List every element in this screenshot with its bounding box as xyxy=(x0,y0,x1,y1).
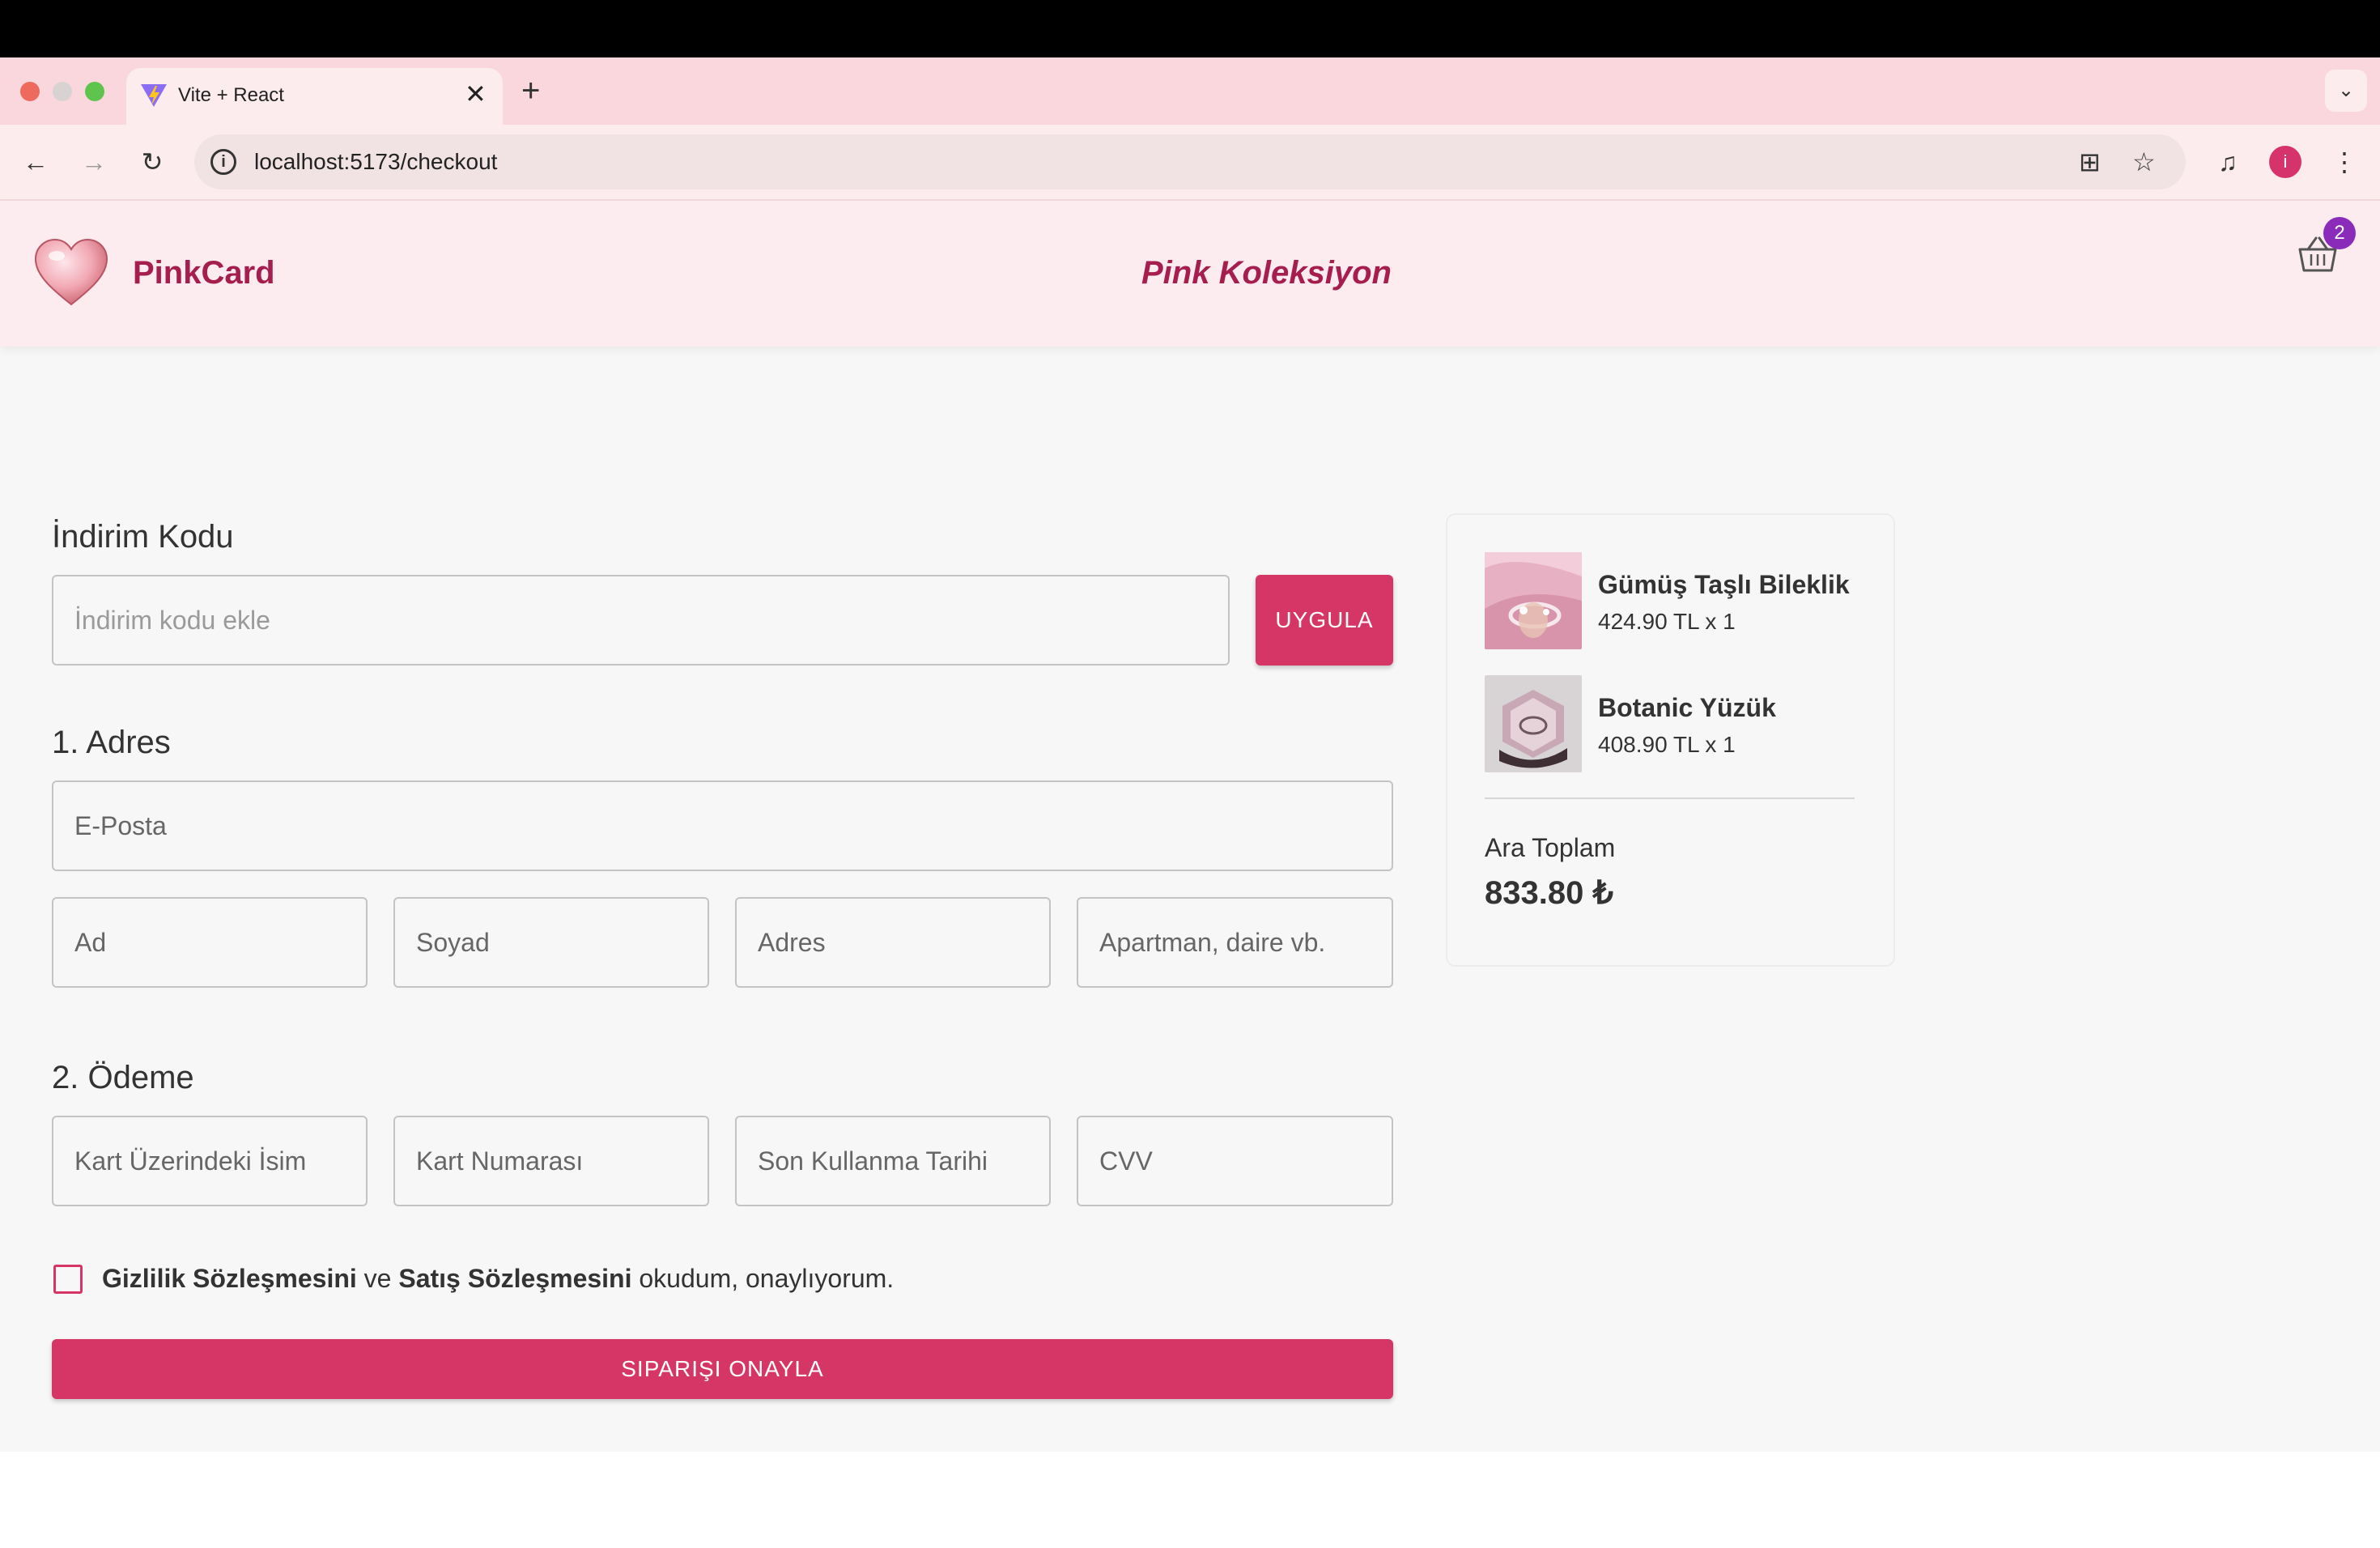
url-text: localhost:5173/checkout xyxy=(254,149,498,174)
summary-item-price: 408.90 TL x 1 xyxy=(1598,732,1736,757)
consent-rest-text: okudum, onaylıyorum. xyxy=(631,1264,895,1293)
summary-item-name: Botanic Yüzük xyxy=(1598,693,1776,722)
card-number-field[interactable] xyxy=(393,1116,709,1206)
site-info-icon[interactable]: i xyxy=(210,149,236,175)
summary-item-price: 424.90 TL x 1 xyxy=(1598,609,1736,634)
confirm-order-button[interactable]: SIPARIŞI ONAYLA xyxy=(52,1339,1393,1399)
subtotal-value: 833.80 ₺ xyxy=(1485,875,1613,911)
address-field[interactable] xyxy=(735,897,1051,988)
address-section-title: 1. Adres xyxy=(52,725,171,760)
first-name-field[interactable] xyxy=(52,897,368,988)
browser-menu-icon[interactable]: ⋮ xyxy=(2325,142,2364,181)
brand-name[interactable]: PinkCard xyxy=(133,255,275,291)
media-controls-icon[interactable]: ♫ xyxy=(2208,142,2247,181)
window-zoom-button[interactable] xyxy=(85,82,104,101)
summary-item-name: Gümüş Taşlı Bileklik xyxy=(1598,570,1850,599)
collection-title: Pink Koleksiyon xyxy=(1141,255,1392,291)
new-tab-button[interactable]: + xyxy=(521,71,540,110)
browser-tab-active[interactable]: Vite + React ✕ xyxy=(126,68,503,125)
tab-title: Vite + React xyxy=(178,84,284,106)
privacy-agreement-link[interactable]: Gizlilik Sözleşmesini xyxy=(102,1264,357,1293)
apply-discount-button[interactable]: UYGULA xyxy=(1256,575,1393,666)
ring-product-image xyxy=(1485,675,1582,772)
subtotal-label: Ara Toplam xyxy=(1485,833,1616,862)
cart-count-badge: 2 xyxy=(2323,217,2356,249)
card-name-field[interactable] xyxy=(52,1116,368,1206)
address-bar[interactable]: i localhost:5173/checkout ⊞ ☆ xyxy=(194,134,2186,189)
card-expiry-field[interactable] xyxy=(735,1116,1051,1206)
vite-logo-icon xyxy=(141,84,167,107)
tab-search-button[interactable]: ⌄ xyxy=(2325,70,2367,112)
tab-close-icon[interactable]: ✕ xyxy=(465,78,487,110)
sales-agreement-link[interactable]: Satış Sözleşmesini xyxy=(398,1264,631,1293)
discount-section-title: İndirim Kodu xyxy=(52,519,234,555)
summary-divider xyxy=(1485,797,1855,799)
bracelet-product-image xyxy=(1485,552,1582,649)
apartment-field[interactable] xyxy=(1077,897,1393,988)
discount-code-input[interactable] xyxy=(52,575,1230,666)
payment-section-title: 2. Ödeme xyxy=(52,1060,194,1095)
heart-logo-icon[interactable] xyxy=(32,236,110,309)
consent-checkbox[interactable] xyxy=(53,1265,83,1294)
back-arrow-icon[interactable]: ← xyxy=(16,142,55,181)
forward-arrow-icon[interactable]: → xyxy=(74,142,113,181)
screen-top-bar xyxy=(0,0,2380,57)
consent-label: Gizlilik Sözleşmesini ve Satış Sözleşmes… xyxy=(102,1264,894,1294)
profile-avatar[interactable]: i xyxy=(2269,146,2301,178)
translate-icon[interactable]: ⊞ xyxy=(2079,146,2101,178)
email-field[interactable] xyxy=(52,780,1393,871)
window-minimize-button[interactable] xyxy=(53,82,72,101)
window-close-button[interactable] xyxy=(20,82,40,101)
consent-and-text: ve xyxy=(356,1264,399,1293)
reload-icon[interactable]: ↻ xyxy=(133,142,172,181)
cvv-field[interactable] xyxy=(1077,1116,1393,1206)
bookmark-star-icon[interactable]: ☆ xyxy=(2132,146,2156,178)
last-name-field[interactable] xyxy=(393,897,709,988)
